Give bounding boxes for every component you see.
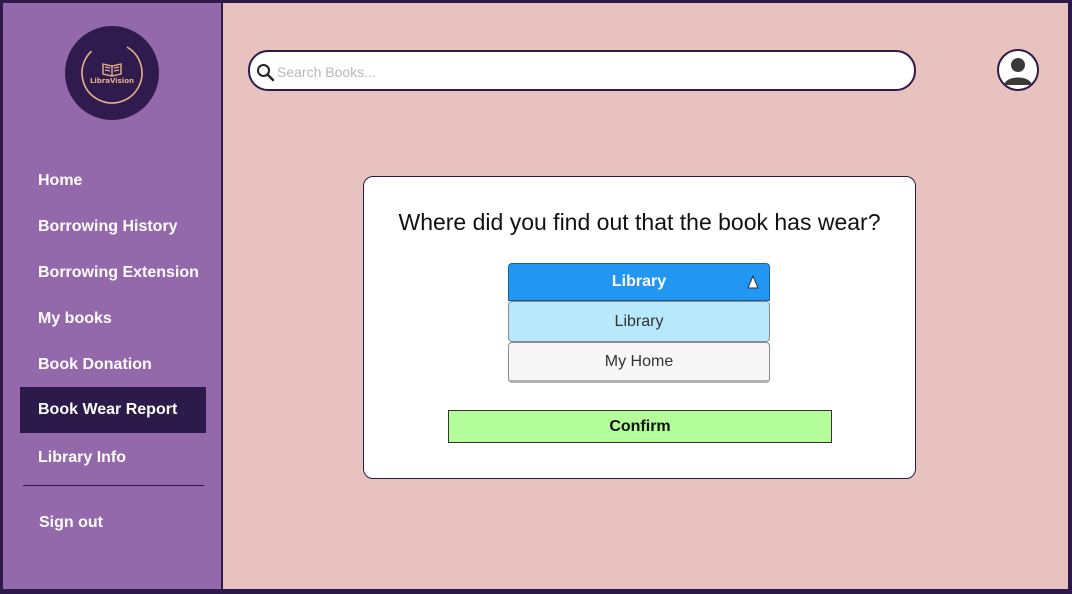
user-avatar-button[interactable] bbox=[997, 49, 1039, 91]
app-logo[interactable]: LibraVision bbox=[65, 26, 159, 120]
logo-text: LibraVision bbox=[89, 77, 135, 85]
option-label: My Home bbox=[604, 352, 674, 370]
user-avatar-icon bbox=[1001, 53, 1035, 87]
sidebar-item-borrowing-extension[interactable]: Borrowing Extension bbox=[20, 250, 206, 296]
option-label: Library bbox=[614, 312, 664, 330]
sidebar-item-label: Borrowing Extension bbox=[38, 264, 199, 281]
search-input[interactable] bbox=[275, 58, 899, 86]
search-icon[interactable] bbox=[256, 63, 276, 83]
app-frame: LibraVision Home Borrowing History Borro… bbox=[3, 3, 1068, 589]
dialog-question: Where did you find out that the book has… bbox=[398, 209, 881, 235]
location-select[interactable]: Library bbox=[508, 263, 770, 301]
sidebar-item-label: Borrowing History bbox=[38, 218, 178, 235]
sidebar: LibraVision Home Borrowing History Borro… bbox=[3, 3, 223, 589]
sidebar-item-label: Library Info bbox=[38, 449, 127, 466]
sidebar-item-book-wear-report[interactable]: Book Wear Report bbox=[20, 387, 206, 433]
book-icon bbox=[102, 63, 122, 77]
sidebar-item-label: Book Donation bbox=[38, 356, 152, 373]
select-option-my-home[interactable]: My Home bbox=[508, 342, 770, 383]
sidebar-item-label: Book Wear Report bbox=[38, 401, 178, 418]
search-bar bbox=[248, 50, 916, 91]
sidebar-divider bbox=[23, 485, 204, 486]
sign-out-link[interactable]: Sign out bbox=[39, 514, 103, 532]
logo-emblem bbox=[81, 42, 143, 104]
sidebar-item-book-donation[interactable]: Book Donation bbox=[20, 342, 206, 388]
sidebar-item-label: My books bbox=[38, 310, 112, 327]
sidebar-item-label: Home bbox=[38, 172, 83, 189]
wear-report-dialog: Where did you find out that the book has… bbox=[363, 176, 916, 479]
sidebar-item-borrowing-history[interactable]: Borrowing History bbox=[20, 204, 206, 250]
select-selected-value: Library bbox=[611, 273, 667, 290]
sidebar-item-library-info[interactable]: Library Info bbox=[20, 435, 206, 481]
sidebar-item-my-books[interactable]: My books bbox=[20, 296, 206, 342]
sidebar-item-home[interactable]: Home bbox=[20, 158, 206, 204]
confirm-button[interactable]: Confirm bbox=[448, 410, 832, 443]
caret-up-icon bbox=[747, 275, 759, 289]
select-option-library[interactable]: Library bbox=[508, 301, 770, 342]
